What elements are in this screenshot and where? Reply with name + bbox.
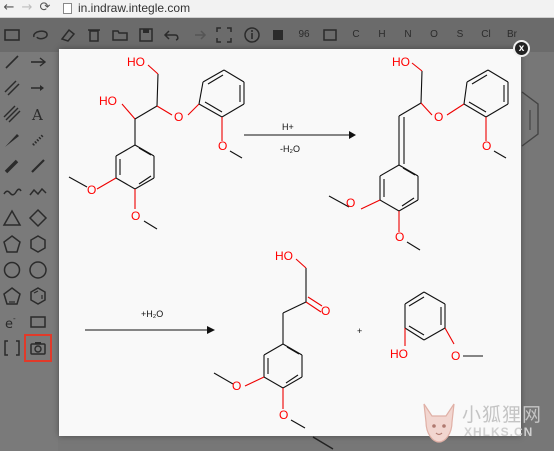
element-o-button[interactable]: O (424, 25, 444, 45)
hexagon-ring-icon[interactable] (28, 234, 48, 254)
condition-top-2: +H₂O (141, 309, 163, 319)
atom-label-o: O (174, 110, 183, 124)
bold-line-icon[interactable] (28, 156, 48, 176)
reload-icon[interactable]: ⟳ (38, 0, 52, 17)
rectangle-tool-icon[interactable] (28, 312, 48, 332)
editor-toolbar: 96 C H N O S Cl Br (0, 18, 554, 52)
heptagon-ring-icon[interactable] (2, 260, 22, 280)
redo-icon[interactable] (188, 25, 208, 45)
tool-palette: A e- (0, 52, 58, 451)
atom-label-o: O (346, 196, 355, 210)
benzene-ring-icon[interactable] (28, 286, 48, 306)
undo-icon[interactable] (162, 25, 182, 45)
atom-label-ho: HO (392, 55, 410, 69)
bold-bond-icon[interactable] (2, 156, 22, 176)
cyclopentadiene-icon[interactable] (2, 286, 22, 306)
arrow-tool-icon[interactable] (28, 78, 48, 98)
fox-logo-icon (423, 403, 455, 443)
close-dialog-button[interactable]: x (513, 40, 530, 57)
back-arrow-icon[interactable]: ← (2, 0, 16, 17)
svg-text:A: A (31, 106, 43, 124)
zoom-value[interactable]: 96 (294, 25, 314, 45)
triangle-ring-icon[interactable] (2, 208, 22, 228)
watermark-chinese: 小狐狸网 (462, 404, 543, 426)
condition-top-1: H+ (282, 122, 294, 132)
screenshot-tool-icon[interactable] (24, 334, 52, 362)
bond-cross-icon[interactable] (28, 52, 48, 72)
watermark-domain: XHLKS.CN (464, 425, 534, 439)
atom-label-ho: HO (99, 94, 117, 108)
select-rect-icon[interactable] (2, 25, 22, 45)
delete-icon[interactable] (84, 25, 104, 45)
pentagon-ring-icon[interactable] (2, 234, 22, 254)
save-icon[interactable] (136, 25, 156, 45)
fit-screen-icon[interactable] (214, 25, 234, 45)
element-c-button[interactable]: C (346, 25, 366, 45)
atom-label-ho: HO (275, 249, 293, 263)
eraser-icon[interactable] (58, 25, 78, 45)
reaction-scheme: HO HO O O O O HO O O O O HO O O O HO O H… (68, 55, 509, 429)
atom-label-o: O (434, 110, 443, 124)
element-h-button[interactable]: H (372, 25, 392, 45)
atom-label-o: O (218, 139, 227, 153)
atom-label-ho: HO (390, 347, 408, 361)
element-s-button[interactable]: S (450, 25, 470, 45)
atom-label-o: O (87, 183, 96, 197)
forward-arrow-icon[interactable]: → (20, 0, 34, 17)
settings-dropdown-icon[interactable] (320, 25, 340, 45)
open-file-icon[interactable] (110, 25, 130, 45)
octagon-ring-icon[interactable] (28, 260, 48, 280)
atom-label-o: O (279, 408, 288, 422)
browser-address-bar: ← → ⟳ in.indraw.integle.com (0, 0, 554, 18)
color-square-icon[interactable] (268, 25, 288, 45)
info-icon[interactable] (242, 25, 262, 45)
single-bond-icon[interactable] (2, 52, 22, 72)
export-preview-dialog: HO HO O O O O HO O O O O HO O O O HO O H… (59, 49, 521, 436)
square-ring-icon[interactable] (28, 208, 48, 228)
wedge-bond-icon[interactable] (2, 130, 22, 150)
text-tool-icon[interactable]: A (28, 104, 48, 124)
atom-label-o: O (395, 230, 404, 244)
condition-bottom-1: -H₂O (280, 144, 300, 154)
svg-text:e: e (5, 317, 13, 332)
plus-sign: + (357, 326, 362, 336)
atom-label-ho: HO (127, 55, 145, 69)
atom-label-o: O (321, 304, 330, 318)
lasso-icon[interactable] (30, 25, 50, 45)
svg-text:-: - (13, 314, 16, 323)
element-cl-button[interactable]: Cl (476, 25, 496, 45)
atom-label-o: O (451, 349, 460, 363)
element-n-button[interactable]: N (398, 25, 418, 45)
atom-label-o: O (232, 379, 241, 393)
triple-bond-icon[interactable] (2, 104, 22, 124)
double-bond-icon[interactable] (2, 78, 22, 98)
atom-label-o: O (131, 209, 140, 223)
hash-bond-icon[interactable] (28, 130, 48, 150)
bracket-tool-icon[interactable] (2, 338, 22, 358)
wavy-bond-icon[interactable] (2, 182, 22, 202)
url-text[interactable]: in.indraw.integle.com (78, 0, 190, 17)
page-icon (63, 3, 72, 14)
chain-bond-icon[interactable] (28, 182, 48, 202)
site-watermark: 小狐狸网 XHLKS.CN (418, 398, 554, 448)
atom-label-o: O (482, 139, 491, 153)
charge-tool-icon[interactable]: e- (2, 312, 22, 332)
